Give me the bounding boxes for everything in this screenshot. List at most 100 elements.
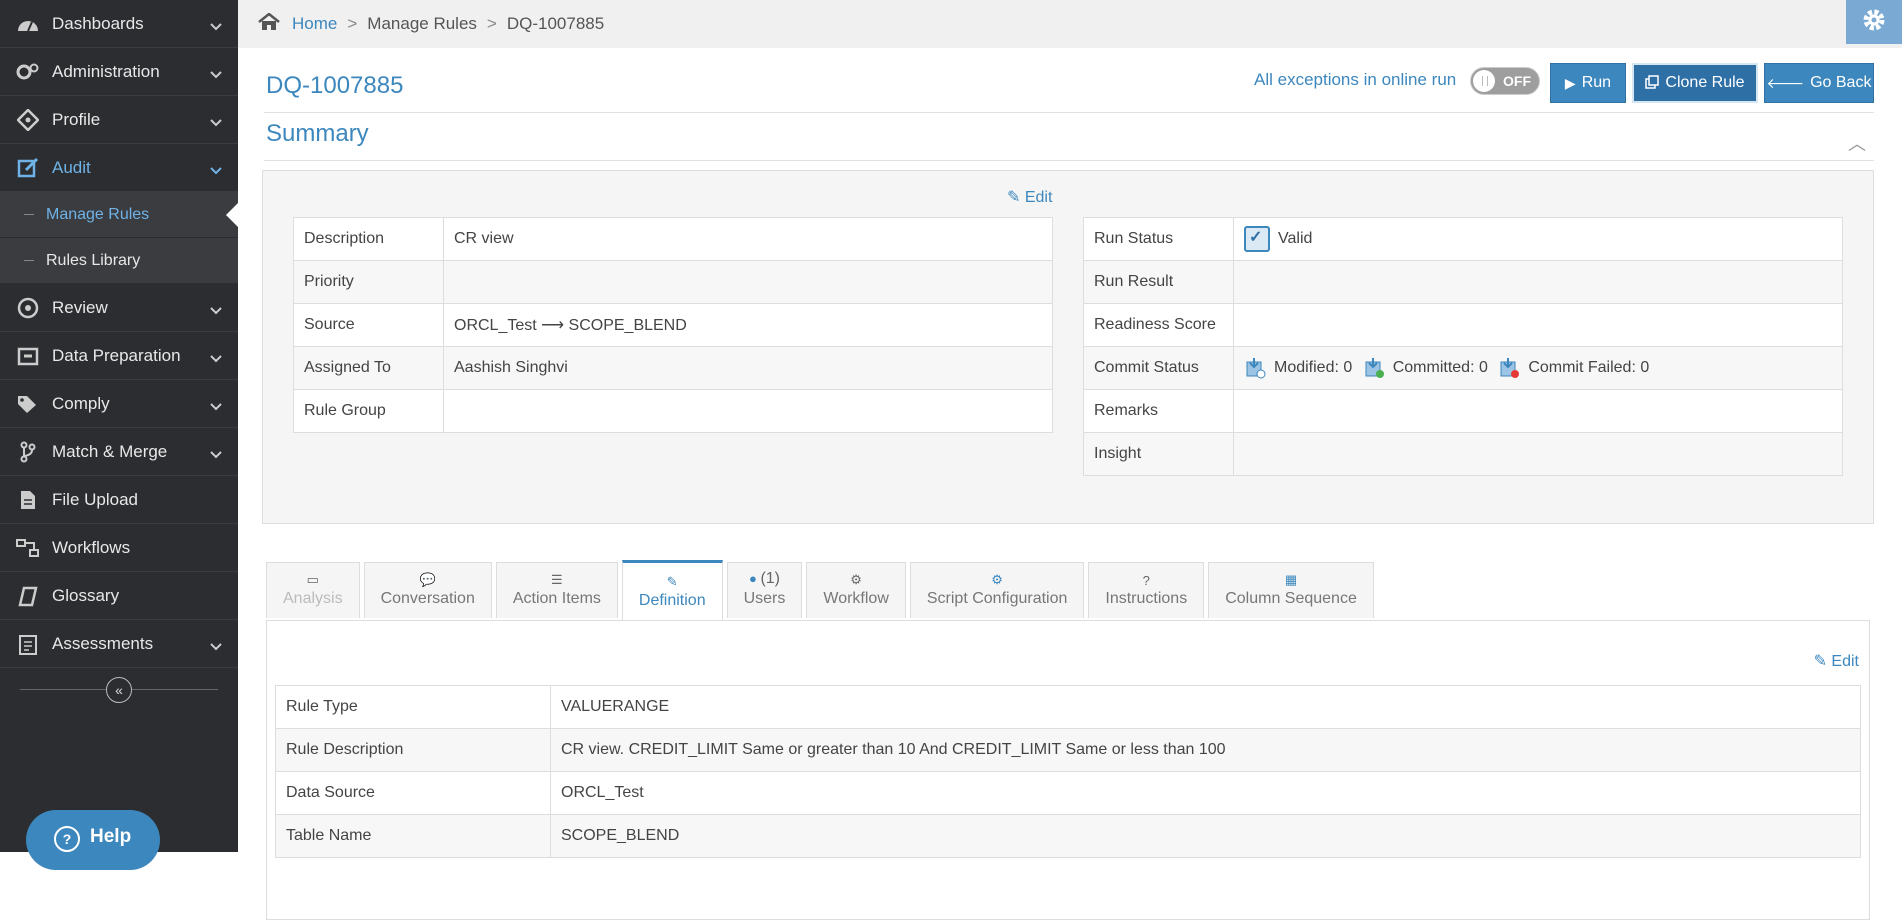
pencil-icon: ✎	[1007, 189, 1021, 206]
sidebar: Dashboards Administration Profile Audit …	[0, 0, 238, 870]
tab-workflow[interactable]: ⚙ Workflow	[806, 562, 906, 618]
sub-label: Rules Library	[46, 251, 141, 269]
nav-data-preparation[interactable]: Data Preparation	[0, 332, 238, 380]
tab-conversation[interactable]: 💬 Conversation	[363, 562, 492, 618]
toggle-label: OFF	[1503, 73, 1531, 89]
nav-glossary[interactable]: Glossary	[0, 572, 238, 620]
tab-instructions[interactable]: ? Instructions	[1088, 562, 1205, 618]
back-label: Go Back	[1810, 74, 1872, 91]
nav-label: Dashboards	[52, 13, 144, 33]
wrench-icon	[14, 342, 42, 370]
tab-column-sequence[interactable]: ▦ Column Sequence	[1208, 562, 1374, 618]
online-run-label: All exceptions in online run	[1254, 70, 1457, 89]
summary-left-table: Description CR view Priority Source ORCL_T…	[293, 217, 1053, 433]
chevron-down-icon	[210, 16, 222, 36]
dashboard-icon	[14, 10, 42, 38]
main-content: DQ-1007885 All exceptions in online run …	[238, 48, 1902, 920]
tab-script-configuration[interactable]: ⚙ Script Configuration	[909, 562, 1085, 618]
cog-icon: ⚙	[991, 572, 1003, 587]
chevron-down-icon	[210, 348, 222, 368]
run-label: Run	[1581, 74, 1612, 91]
table-row: Priority	[293, 260, 1053, 304]
tab-analysis[interactable]: ▭ Analysis	[266, 562, 360, 618]
nav-label: Administration	[52, 61, 160, 81]
breadcrumb-manage-rules[interactable]: Manage Rules	[367, 14, 477, 34]
nav-match-merge[interactable]: Match & Merge	[0, 428, 238, 476]
committed-icon	[1363, 357, 1385, 379]
table-row: Run StatusValid	[1083, 217, 1843, 261]
nav-label: Glossary	[52, 585, 120, 605]
nav-file-upload[interactable]: File Upload	[0, 476, 238, 524]
nav-workflows[interactable]: Workflows	[0, 524, 238, 572]
breadcrumb-separator: >	[347, 14, 358, 33]
definition-edit-link[interactable]: ✎ Edit	[1814, 651, 1859, 671]
table-row: Insight	[1083, 432, 1843, 476]
modified-count: Modified: 0	[1274, 359, 1353, 377]
nav-assessments[interactable]: Assessments	[0, 620, 238, 668]
valid-check-icon	[1244, 226, 1270, 252]
chevron-up-icon[interactable]: ︿	[1848, 130, 1866, 156]
columns-icon: ▦	[1284, 572, 1298, 587]
breadcrumb-separator: >	[486, 14, 497, 33]
collapse-sidebar-icon[interactable]: «	[106, 677, 132, 703]
play-icon: ▶	[1564, 74, 1576, 91]
breadcrumb-home[interactable]: Home	[292, 14, 337, 34]
table-row: Source ORCL_Test ⟶ SCOPE_BLEND	[293, 303, 1053, 347]
tags-icon	[14, 390, 42, 418]
nav-label: Comply	[52, 393, 110, 413]
chevron-down-icon	[210, 300, 222, 320]
run-button[interactable]: ▶ Run	[1550, 63, 1626, 103]
help-button[interactable]: ? Help	[26, 810, 160, 870]
nav-label: Audit	[52, 157, 91, 177]
chevron-down-icon	[210, 160, 222, 180]
online-run-toggle[interactable]: OFF	[1470, 67, 1540, 95]
compass-icon	[14, 294, 42, 322]
edit-icon: ✎	[666, 574, 678, 589]
chevron-down-icon	[210, 444, 222, 464]
definition-table: Rule Type VALUERANGE Rule Description CR v…	[275, 685, 1861, 858]
tab-definition[interactable]: ✎ Definition	[621, 560, 723, 620]
clone-rule-button[interactable]: Clone Rule	[1632, 63, 1758, 103]
nav-label: Match & Merge	[52, 441, 168, 461]
home-icon[interactable]	[258, 11, 280, 36]
gear-icon	[1861, 7, 1887, 38]
question-icon: ?	[1142, 573, 1150, 588]
nav-label: Assessments	[52, 633, 154, 653]
nav-audit[interactable]: Audit	[0, 144, 238, 192]
settings-button[interactable]	[1846, 0, 1902, 44]
nav-dashboards[interactable]: Dashboards	[0, 0, 238, 48]
nav-administration[interactable]: Administration	[0, 48, 238, 96]
cast-icon: ▭	[306, 572, 319, 587]
table-row: Rule Description CR view. CREDIT_LIMIT Sa…	[275, 728, 1861, 772]
sub-rules-library[interactable]: Rules Library	[0, 238, 238, 284]
nav-comply[interactable]: Comply	[0, 380, 238, 428]
table-row: Remarks	[1083, 389, 1843, 433]
crosshair-icon	[14, 106, 42, 134]
tab-bar: ▭ Analysis 💬 Conversation ☰ Action Items ✎ D…	[266, 560, 1378, 620]
modified-icon	[1244, 357, 1266, 379]
workflow-icon	[14, 534, 42, 562]
commit-failed-icon	[1498, 357, 1520, 379]
nav-label: File Upload	[52, 489, 138, 509]
breadcrumb-current: DQ-1007885	[506, 14, 605, 33]
table-row: Rule Type VALUERANGE	[275, 685, 1861, 729]
file-icon	[14, 486, 42, 514]
sidebar-collapse-bar: «	[0, 672, 238, 708]
nav-profile[interactable]: Profile	[0, 96, 238, 144]
nav-review[interactable]: Review	[0, 284, 238, 332]
summary-edit-link[interactable]: ✎ Edit	[1007, 187, 1052, 207]
chevron-down-icon	[210, 64, 222, 84]
copy-icon	[1645, 74, 1660, 92]
table-row: Rule Group	[293, 389, 1053, 433]
help-label: Help	[90, 826, 132, 847]
clipboard-icon	[14, 630, 42, 658]
table-row: Description CR view	[293, 217, 1053, 261]
tab-action-items[interactable]: ☰ Action Items	[495, 562, 618, 618]
go-back-button[interactable]: 🡐 Go Back	[1764, 63, 1874, 103]
nav-label: Review	[52, 297, 108, 317]
sub-manage-rules[interactable]: Manage Rules	[0, 192, 238, 238]
page-title: DQ-1007885	[266, 72, 404, 99]
tab-users[interactable]: ● (1) Users	[726, 562, 803, 618]
user-icon: ●	[748, 571, 757, 586]
arrow-left-icon: 🡐	[1766, 74, 1805, 91]
